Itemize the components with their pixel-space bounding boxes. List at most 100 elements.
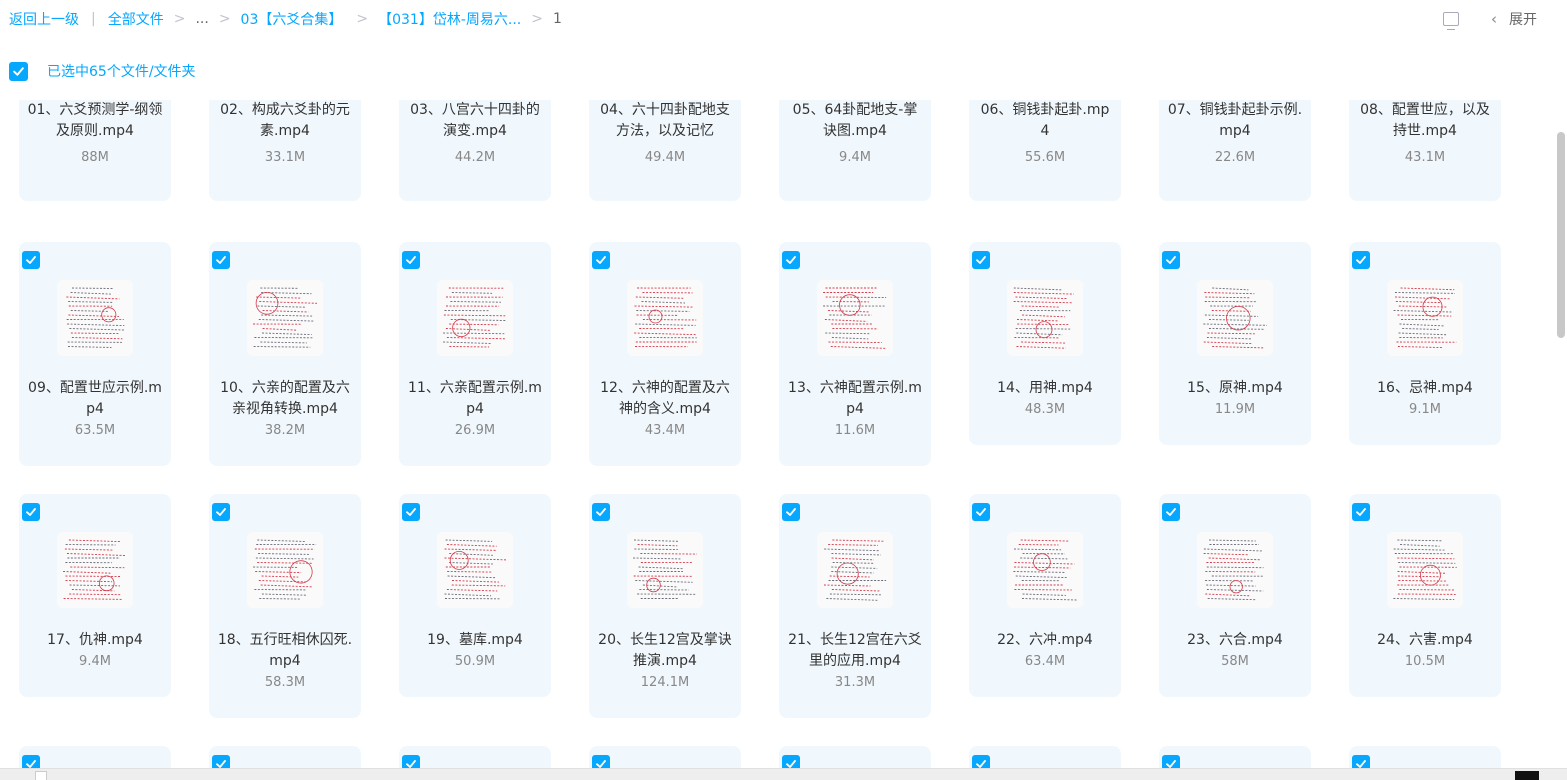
vertical-scrollbar[interactable] [1557, 132, 1565, 338]
file-card[interactable]: 12、六神的配置及六神的含义.mp4 43.4M [589, 242, 741, 466]
back-link[interactable]: 返回上一级 [9, 9, 79, 29]
file-checkbox[interactable] [402, 755, 420, 768]
file-checkbox[interactable] [212, 755, 230, 768]
file-checkbox[interactable] [212, 251, 230, 269]
file-checkbox[interactable] [972, 503, 990, 521]
file-card[interactable] [969, 746, 1121, 768]
file-card[interactable]: 19、墓库.mp4 50.9M [399, 494, 551, 697]
file-card[interactable]: 15、原神.mp4 11.9M [1159, 242, 1311, 445]
file-name[interactable]: 07、铜钱卦起卦示例.mp4 [1167, 100, 1303, 142]
file-card[interactable]: 23、六合.mp4 58M [1159, 494, 1311, 697]
file-card[interactable] [589, 746, 741, 768]
file-card[interactable]: 14、用神.mp4 48.3M [969, 242, 1121, 445]
file-checkbox[interactable] [1352, 755, 1370, 768]
file-name[interactable]: 03、八宫六十四卦的演变.mp4 [407, 100, 543, 142]
file-name[interactable]: 05、64卦配地支-掌诀图.mp4 [787, 100, 923, 142]
file-card[interactable]: 06、铜钱卦起卦.mp4 55.6M [969, 100, 1121, 201]
file-card[interactable] [779, 746, 931, 768]
file-checkbox[interactable] [782, 503, 800, 521]
file-name[interactable]: 22、六冲.mp4 [977, 630, 1113, 651]
file-checkbox[interactable] [592, 755, 610, 768]
file-card[interactable] [1349, 746, 1501, 768]
file-checkbox[interactable] [22, 503, 40, 521]
file-checkbox[interactable] [402, 503, 420, 521]
file-name[interactable]: 18、五行旺相休囚死.mp4 [217, 630, 353, 672]
file-checkbox[interactable] [592, 251, 610, 269]
file-name[interactable]: 16、忌神.mp4 [1357, 378, 1493, 399]
file-checkbox[interactable] [402, 251, 420, 269]
breadcrumb-all-files[interactable]: 全部文件 [108, 9, 164, 29]
file-checkbox[interactable] [592, 503, 610, 521]
file-card[interactable]: 01、六爻预测学-纲领及原则.mp4 88M [19, 100, 171, 201]
file-checkbox[interactable] [1162, 503, 1180, 521]
file-checkbox[interactable] [1162, 755, 1180, 768]
video-thumbnail [1387, 280, 1463, 356]
file-checkbox[interactable] [212, 503, 230, 521]
file-name[interactable]: 09、配置世应示例.mp4 [27, 378, 163, 420]
file-checkbox[interactable] [782, 755, 800, 768]
video-thumbnail [817, 280, 893, 356]
select-all-checkbox[interactable] [9, 61, 28, 81]
file-name[interactable]: 21、长生12宫在六爻里的应用.mp4 [787, 630, 923, 672]
file-name[interactable]: 08、配置世应，以及持世.mp4 [1357, 100, 1493, 142]
file-card[interactable]: 11、六亲配置示例.mp4 26.9M [399, 242, 551, 466]
file-card[interactable] [399, 746, 551, 768]
file-card[interactable]: 03、八宫六十四卦的演变.mp4 44.2M [399, 100, 551, 201]
view-mode-icon[interactable] [1443, 12, 1459, 30]
file-checkbox[interactable] [972, 755, 990, 768]
file-grid: 01、六爻预测学-纲领及原则.mp4 88M 02、构成六爻卦的元素.mp4 33.1… [0, 100, 1545, 768]
file-card[interactable] [19, 746, 171, 768]
file-card[interactable]: 20、长生12宫及掌诀推演.mp4 124.1M [589, 494, 741, 718]
file-name[interactable]: 13、六神配置示例.mp4 [787, 378, 923, 420]
expand-button[interactable]: 展开 [1509, 9, 1537, 29]
video-thumbnail [1387, 532, 1463, 608]
file-card[interactable]: 24、六害.mp4 10.5M [1349, 494, 1501, 697]
file-card[interactable]: 16、忌神.mp4 9.1M [1349, 242, 1501, 445]
file-card[interactable]: 05、64卦配地支-掌诀图.mp4 9.4M [779, 100, 931, 201]
file-checkbox[interactable] [1162, 251, 1180, 269]
file-checkbox[interactable] [22, 755, 40, 768]
file-checkbox[interactable] [22, 251, 40, 269]
file-name[interactable]: 14、用神.mp4 [977, 378, 1113, 399]
breadcrumb-ellipsis[interactable]: ... [195, 11, 208, 27]
file-name[interactable]: 06、铜钱卦起卦.mp4 [977, 100, 1113, 142]
file-name[interactable]: 15、原神.mp4 [1167, 378, 1303, 399]
check-icon [216, 256, 226, 264]
file-checkbox[interactable] [1352, 503, 1370, 521]
file-checkbox[interactable] [972, 251, 990, 269]
file-name[interactable]: 17、仇神.mp4 [27, 630, 163, 651]
file-card[interactable]: 17、仇神.mp4 9.4M [19, 494, 171, 697]
file-card[interactable]: 09、配置世应示例.mp4 63.5M [19, 242, 171, 466]
file-name[interactable]: 04、六十四卦配地支方法，以及记忆 [597, 100, 733, 142]
document-icon [35, 771, 47, 780]
file-card[interactable]: 10、六亲的配置及六亲视角转换.mp4 38.2M [209, 242, 361, 466]
breadcrumb-folder-031[interactable]: 【031】岱林-周易六... [378, 9, 521, 29]
breadcrumb-folder-liuyao[interactable]: 03【六爻合集】 [241, 9, 343, 29]
file-card[interactable] [1159, 746, 1311, 768]
file-card[interactable]: 13、六神配置示例.mp4 11.6M [779, 242, 931, 466]
file-card[interactable] [209, 746, 361, 768]
file-checkbox[interactable] [1352, 251, 1370, 269]
chevron-left-icon[interactable]: ‹ [1491, 10, 1497, 28]
file-name[interactable]: 20、长生12宫及掌诀推演.mp4 [597, 630, 733, 672]
file-card[interactable]: 08、配置世应，以及持世.mp4 43.1M [1349, 100, 1501, 201]
file-card[interactable]: 21、长生12宫在六爻里的应用.mp4 31.3M [779, 494, 931, 718]
file-name[interactable]: 10、六亲的配置及六亲视角转换.mp4 [217, 378, 353, 420]
file-name[interactable]: 23、六合.mp4 [1167, 630, 1303, 651]
file-name[interactable]: 11、六亲配置示例.mp4 [407, 378, 543, 420]
file-name[interactable]: 19、墓库.mp4 [407, 630, 543, 651]
video-thumbnail [247, 280, 323, 356]
check-icon [976, 508, 986, 516]
file-card[interactable]: 04、六十四卦配地支方法，以及记忆 49.4M [589, 100, 741, 201]
file-card[interactable]: 02、构成六爻卦的元素.mp4 33.1M [209, 100, 361, 201]
video-thumbnail [57, 532, 133, 608]
file-card[interactable]: 18、五行旺相休囚死.mp4 58.3M [209, 494, 361, 718]
file-size: 88M [81, 150, 109, 165]
file-name[interactable]: 02、构成六爻卦的元素.mp4 [217, 100, 353, 142]
file-name[interactable]: 01、六爻预测学-纲领及原则.mp4 [27, 100, 163, 142]
file-checkbox[interactable] [782, 251, 800, 269]
file-name[interactable]: 24、六害.mp4 [1357, 630, 1493, 651]
file-card[interactable]: 22、六冲.mp4 63.4M [969, 494, 1121, 697]
file-card[interactable]: 07、铜钱卦起卦示例.mp4 22.6M [1159, 100, 1311, 201]
file-name[interactable]: 12、六神的配置及六神的含义.mp4 [597, 378, 733, 420]
